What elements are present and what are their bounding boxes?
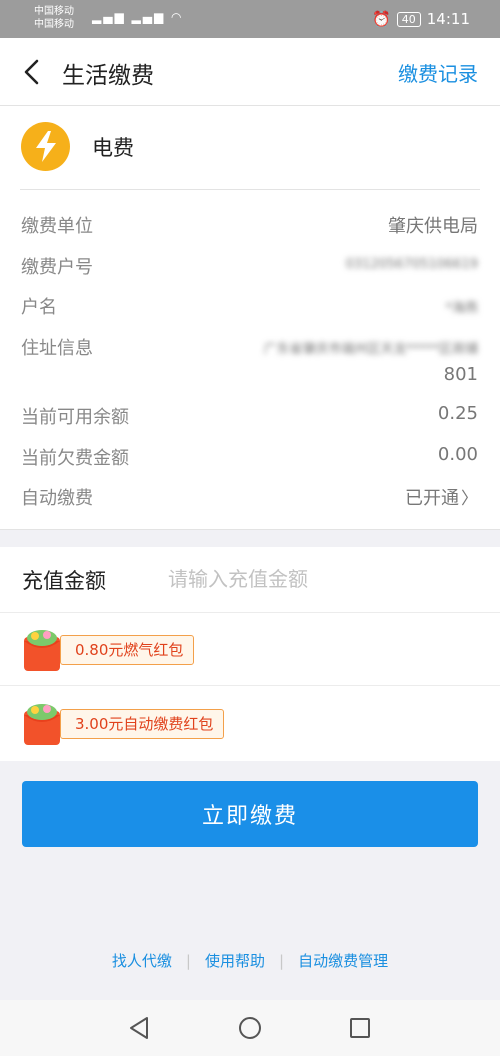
info-row-payee: 缴费单位 肇庆供电局: [21, 212, 478, 242]
alarm-clock-icon: ⏰: [372, 10, 391, 28]
battery-icon: 40: [396, 11, 421, 27]
info-row-account: 缴费户号 0312056705106619: [21, 253, 478, 283]
nav-recent-apps-icon[interactable]: [350, 1018, 370, 1038]
info-value-line2: 801: [443, 364, 478, 385]
autopay-management-link[interactable]: 自动缴费管理: [298, 952, 388, 970]
info-value: 0.00: [437, 444, 478, 465]
info-row-autopay[interactable]: 自动缴费 已开通〉: [21, 484, 478, 514]
signal-icon: ▂▄▆: [131, 10, 166, 24]
info-row-arrears: 当前欠费金额 0.00: [21, 444, 478, 474]
info-label: 户名: [21, 297, 57, 318]
coupon-label: 3.00元自动缴费红包: [60, 709, 225, 739]
bill-type-title: 电费: [92, 136, 134, 160]
system-nav-bar: [0, 1000, 500, 1056]
autopay-status[interactable]: 已开通〉: [405, 484, 478, 510]
info-row-balance: 当前可用余额 0.25: [21, 403, 478, 433]
info-label: 住址信息: [21, 338, 93, 359]
coupon-list: 0.80元燃气红包 3.00元自动缴费红包: [0, 613, 500, 761]
info-value: *海燕: [445, 301, 478, 316]
bill-card: 电费 缴费单位 肇庆供电局 缴费户号 0312056705106619 户名 *…: [0, 106, 500, 530]
info-label: 自动缴费: [21, 488, 93, 509]
payment-history-link[interactable]: 缴费记录: [398, 58, 478, 87]
recharge-amount-label: 充值金额: [22, 569, 106, 593]
red-envelope-icon: [24, 630, 60, 671]
info-label: 当前可用余额: [21, 407, 129, 428]
info-row-address: 住址信息 广东省肇庆市端州区天龙*****区商铺 801: [21, 334, 478, 394]
lightning-bolt-glyph: [36, 131, 56, 162]
divider: |: [279, 952, 285, 970]
recharge-amount-input[interactable]: [168, 563, 468, 595]
info-label: 缴费户号: [21, 257, 93, 278]
coupon-item[interactable]: 0.80元燃气红包: [0, 613, 500, 686]
signal-icon: ▂▄▆: [92, 10, 126, 24]
signal-icons: ▂▄▆ ▂▄▆ ◠: [92, 10, 184, 24]
divider: [20, 189, 480, 190]
nav-home-icon[interactable]: [238, 1016, 262, 1040]
info-label: 当前欠费金额: [21, 448, 129, 469]
lightning-bolt-icon: [21, 122, 70, 171]
footer-links: 找人代缴 | 使用帮助 | 自动缴费管理: [0, 950, 500, 971]
info-value: 已开通: [405, 488, 459, 509]
info-value: 广东省肇庆市端州区天龙*****区商铺: [263, 342, 478, 357]
back-arrow-icon[interactable]: [20, 58, 44, 86]
coupon-item[interactable]: 3.00元自动缴费红包: [0, 687, 500, 760]
page-title: 生活缴费: [62, 63, 154, 89]
carrier-info: 中国移动 中国移动: [34, 5, 74, 31]
divider: |: [185, 952, 191, 970]
nav-back-icon[interactable]: [128, 1016, 150, 1040]
carrier-1: 中国移动: [34, 6, 74, 17]
wifi-icon: ◠: [171, 10, 184, 24]
chevron-right-icon: 〉: [461, 489, 478, 509]
carrier-2: 中国移动: [34, 19, 74, 30]
app-header: 生活缴费 缴费记录: [0, 38, 500, 106]
help-link[interactable]: 使用帮助: [205, 952, 265, 970]
info-value: 肇庆供电局: [388, 216, 478, 237]
info-value: 0312056705106619: [345, 257, 478, 272]
pay-now-button[interactable]: 立即缴费: [22, 781, 478, 847]
info-value: 0.25: [437, 403, 478, 424]
status-right: ⏰ 40 14:11: [372, 10, 470, 28]
status-bar: 中国移动 中国移动 ▂▄▆ ▂▄▆ ◠ ⏰ 40 14:11: [0, 0, 500, 38]
info-label: 缴费单位: [21, 216, 93, 237]
info-row-name: 户名 *海燕: [21, 293, 478, 323]
pay-for-others-link[interactable]: 找人代缴: [112, 952, 172, 970]
coupon-label: 0.80元燃气红包: [60, 635, 195, 665]
clock: 14:11: [426, 10, 470, 28]
recharge-amount-section: 充值金额: [0, 547, 500, 613]
red-envelope-icon: [24, 704, 60, 745]
